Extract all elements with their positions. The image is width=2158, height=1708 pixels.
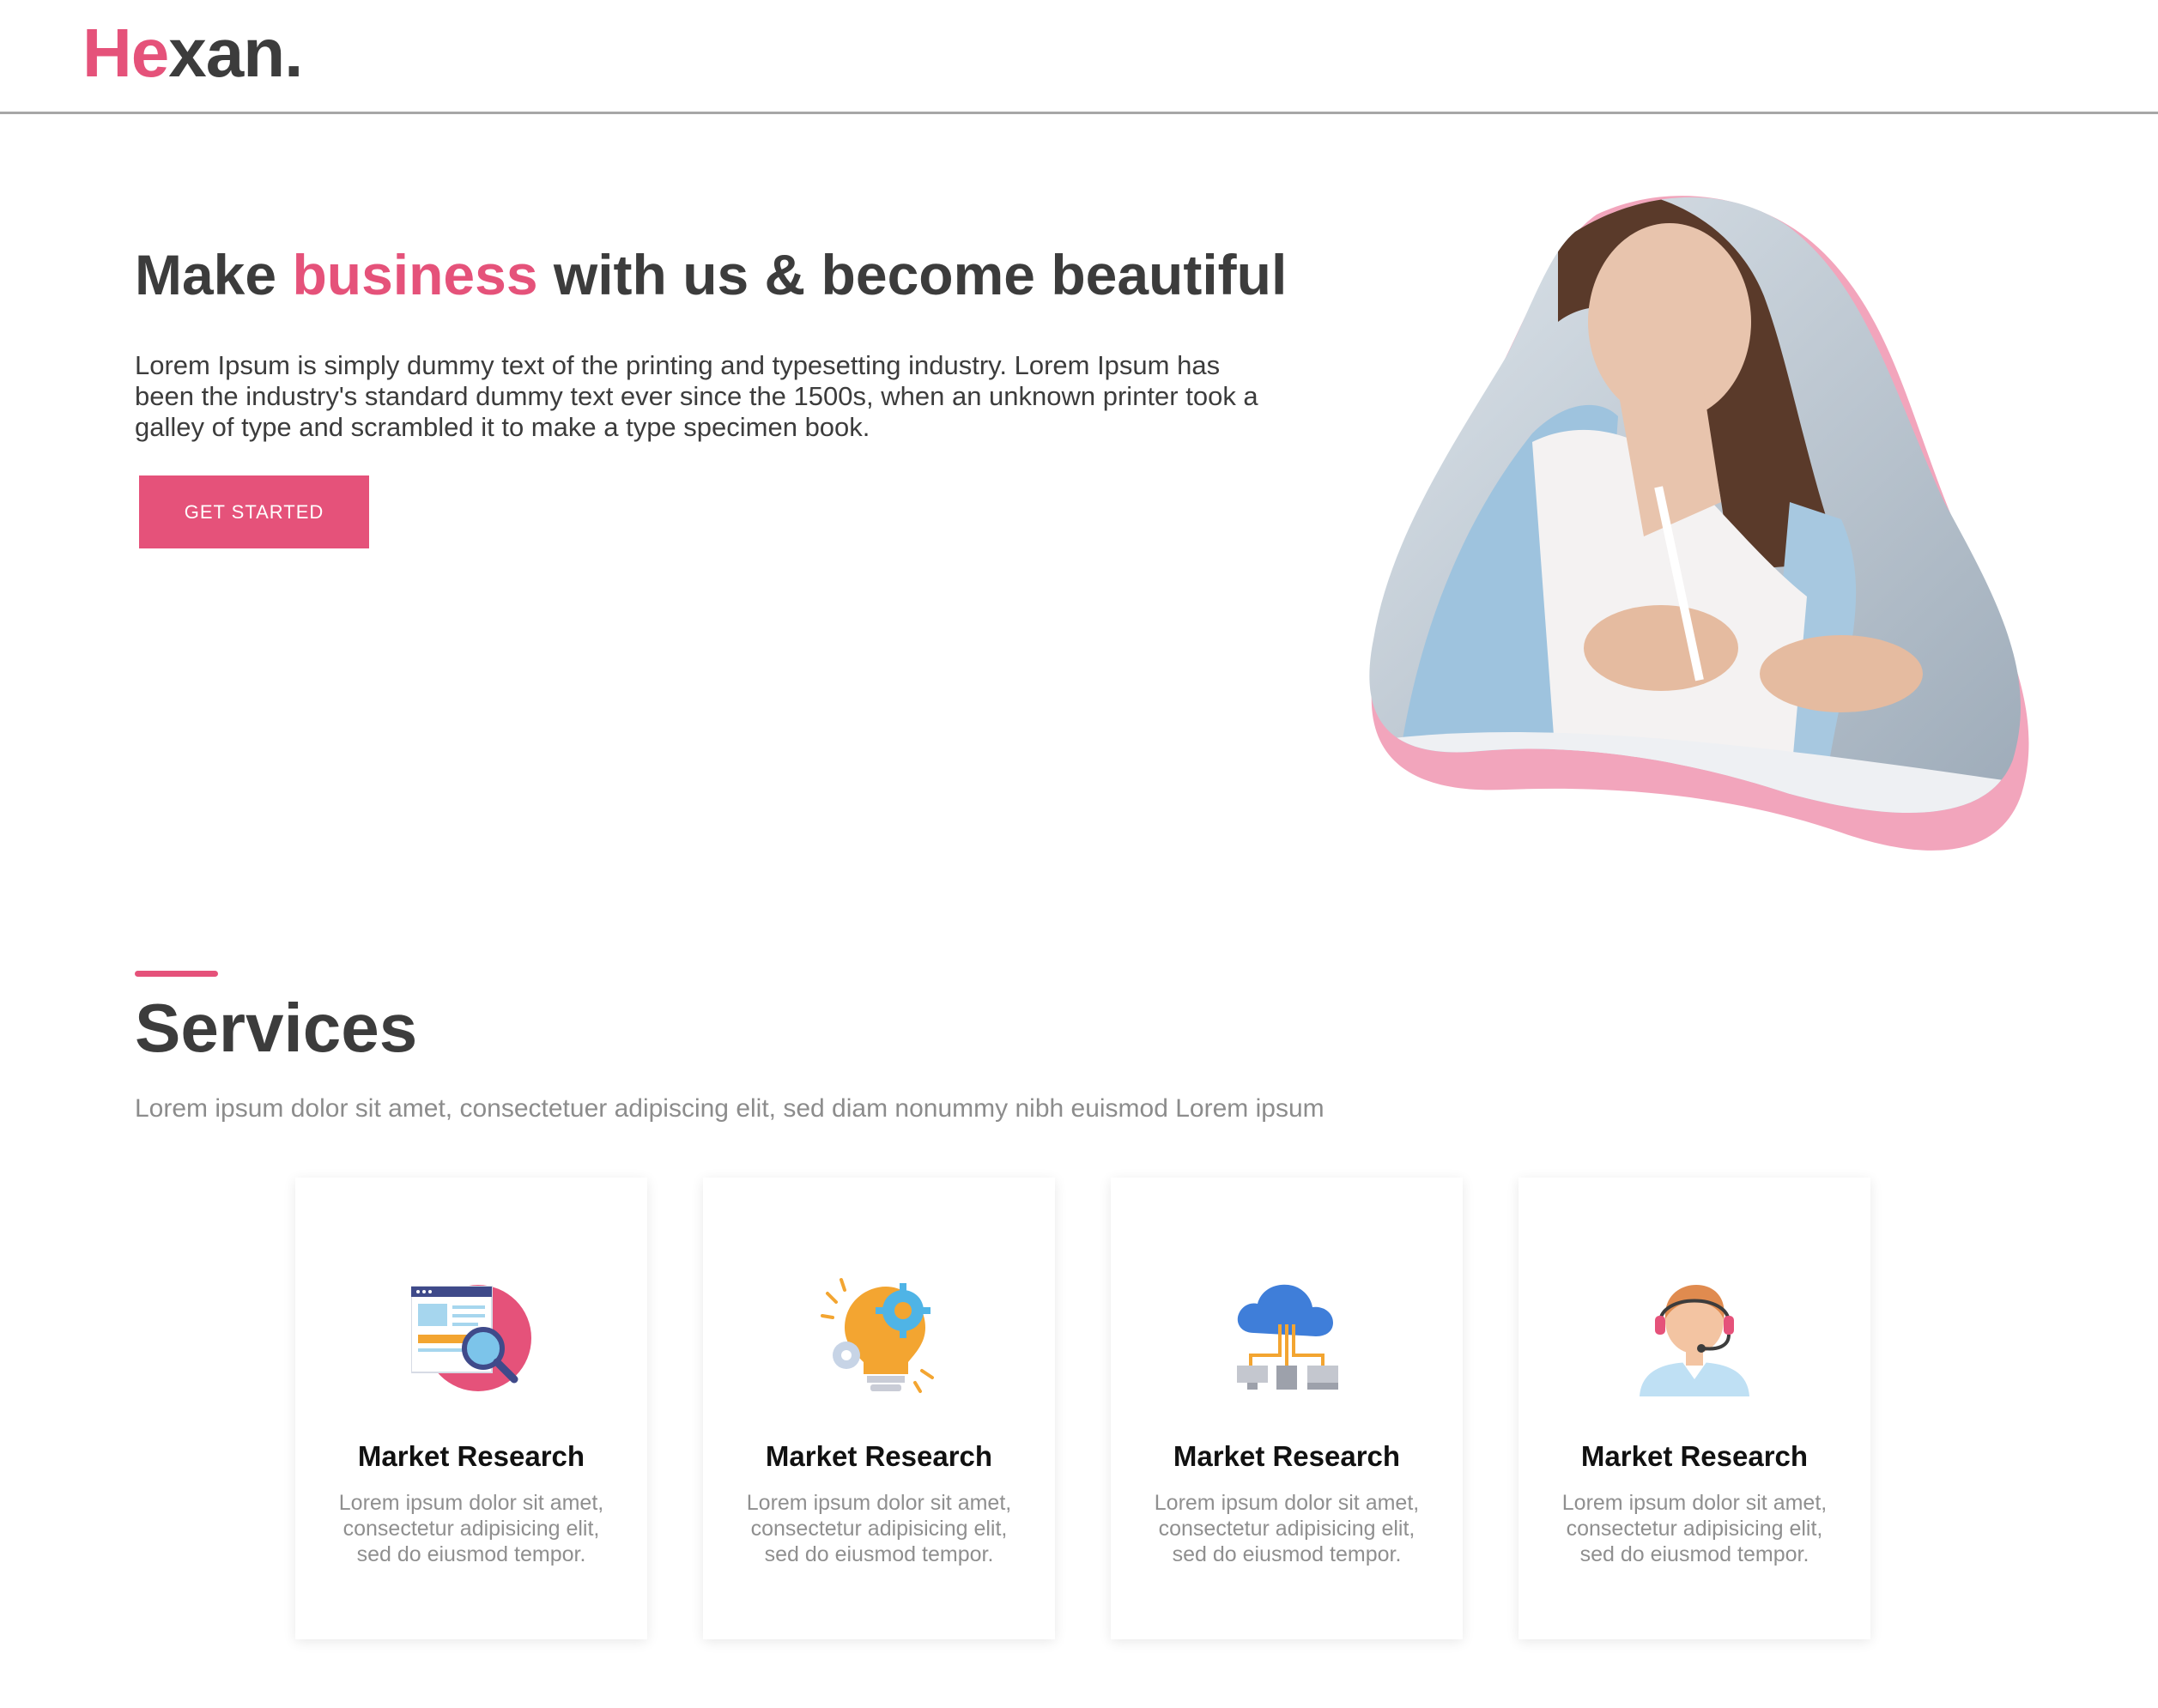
service-card-text: Lorem ipsum dolor sit amet, consectetur … [338,1491,604,1566]
brand-logo-part2: xan [168,15,285,91]
site-header: Hexan. [0,0,2158,114]
hero-image [1361,193,2039,858]
brand-logo-dot: . [284,15,303,91]
hero-title-start: Make [135,243,293,306]
hero-title: Make business with us & become beautiful [135,239,1287,311]
market-research-icon [410,1276,531,1396]
get-started-button[interactable]: GET STARTED [139,475,369,548]
idea-gear-icon [819,1276,939,1396]
services-accent-bar [135,971,218,977]
hero-title-end: with us & become beautiful [537,243,1288,306]
service-card[interactable]: Market Research Lorem ipsum dolor sit am… [1111,1178,1463,1639]
service-card-title: Market Research [1173,1440,1401,1472]
service-card[interactable]: Market Research Lorem ipsum dolor sit am… [295,1178,647,1639]
service-card[interactable]: Market Research Lorem ipsum dolor sit am… [703,1178,1055,1639]
hero-title-accent: business [292,243,538,306]
support-agent-icon [1634,1276,1755,1396]
services-subtitle: Lorem ipsum dolor sit amet, consectetuer… [135,1094,1325,1123]
brand-logo[interactable]: Hexan. [82,10,303,96]
service-card-title: Market Research [765,1440,993,1472]
service-card-text: Lorem ipsum dolor sit amet, consectetur … [746,1491,1012,1566]
brand-logo-part1: He [82,15,169,91]
hero-description: Lorem Ipsum is simply dummy text of the … [135,350,1258,442]
cloud-network-icon [1227,1276,1347,1396]
service-card-title: Market Research [357,1440,585,1472]
service-card-text: Lorem ipsum dolor sit amet, consectetur … [1154,1491,1420,1566]
service-card[interactable]: Market Research Lorem ipsum dolor sit am… [1518,1178,1870,1639]
services-title: Services [135,990,418,1066]
service-card-text: Lorem ipsum dolor sit amet, consectetur … [1561,1491,1828,1566]
service-card-title: Market Research [1580,1440,1809,1472]
